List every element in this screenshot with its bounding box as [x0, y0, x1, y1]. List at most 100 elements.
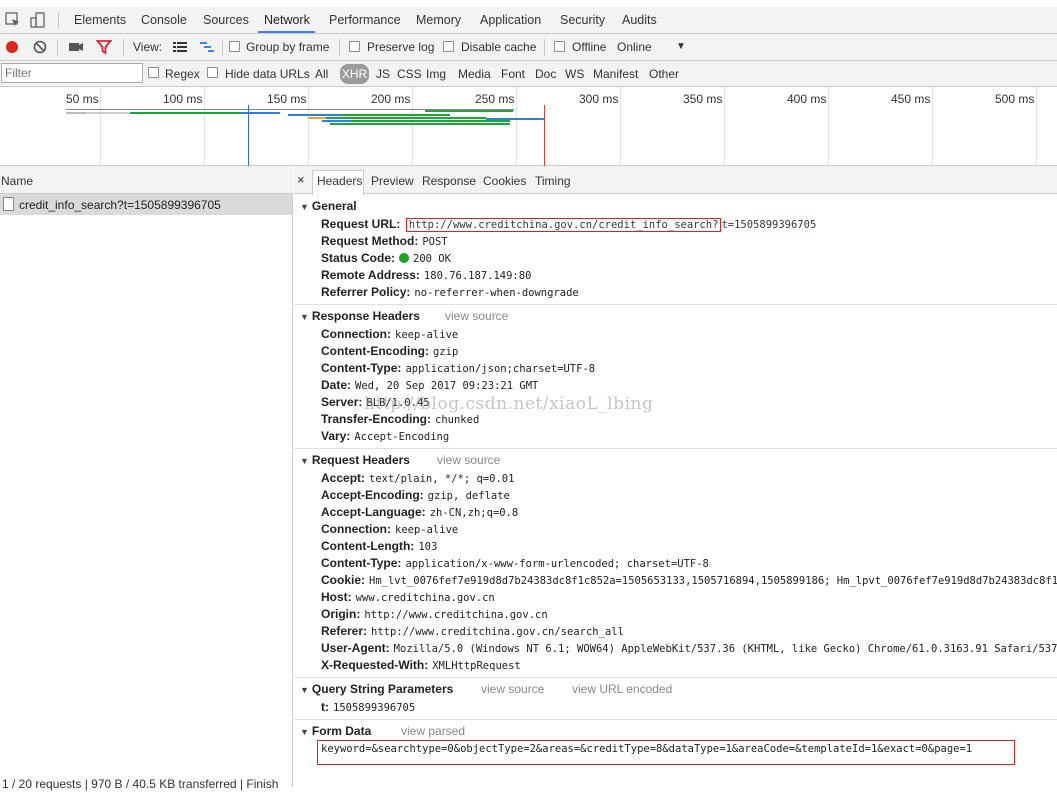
disable-cache-checkbox[interactable] — [443, 41, 454, 52]
waterfall-overview-icon[interactable] — [199, 39, 215, 55]
header-key: Connection: — [321, 522, 391, 536]
request-row[interactable]: credit_info_search?t=1505899396705 — [0, 194, 292, 215]
filter-icon[interactable] — [96, 39, 112, 55]
filter-input[interactable] — [1, 63, 143, 83]
header-key: Host: — [321, 590, 352, 604]
filter-type-all[interactable]: All — [315, 67, 328, 81]
overview-gridline — [620, 87, 621, 166]
offline-checkbox[interactable] — [554, 41, 565, 52]
filter-type-css[interactable]: CSS — [397, 67, 422, 81]
toolbar-separator — [123, 39, 124, 56]
overview-tick-label: 350 ms — [683, 92, 723, 106]
overview-request-bar — [66, 112, 86, 114]
preserve-log-checkbox[interactable] — [349, 41, 360, 52]
watermark-text: http://blog.csdn.net/xiaoL_lbing — [364, 394, 654, 414]
header-key: Content-Encoding: — [321, 344, 429, 358]
response-header-row: Date: Wed, 20 Sep 2017 09:23:21 GMT — [321, 378, 538, 392]
clear-icon[interactable] — [32, 39, 48, 55]
record-icon[interactable] — [4, 39, 20, 55]
overview-request-bar — [86, 112, 130, 114]
dropdown-arrow-icon[interactable]: ▼ — [676, 41, 686, 52]
tab-cookies[interactable]: Cookies — [483, 174, 526, 188]
request-header-row: Accept-Encoding: gzip, deflate — [321, 488, 510, 502]
request-url-row: Request URL: http://www.creditchina.gov.… — [321, 217, 817, 232]
regex-checkbox[interactable] — [148, 67, 159, 78]
form-data-toggle[interactable]: ▼ Form Data — [300, 724, 371, 738]
filter-type-media[interactable]: Media — [458, 67, 491, 81]
device-toolbar-icon[interactable] — [30, 12, 46, 28]
active-tab-indicator — [258, 31, 315, 33]
overview-request-bar — [288, 114, 340, 116]
query-string-toggle[interactable]: ▼ Query String Parameters — [300, 682, 453, 696]
inspect-element-icon[interactable] — [5, 12, 21, 28]
tab-network[interactable]: Network — [264, 13, 310, 27]
filter-type-other[interactable]: Other — [649, 67, 679, 81]
tab-application[interactable]: Application — [480, 13, 541, 27]
overview-gridline — [932, 87, 933, 166]
hide-data-urls-checkbox[interactable] — [207, 67, 218, 78]
filter-type-ws[interactable]: WS — [565, 67, 584, 81]
filter-type-xhr[interactable]: XHR — [340, 64, 369, 84]
section-divider — [294, 719, 1057, 720]
name-column-header[interactable]: Name — [0, 166, 293, 194]
triangle-down-icon: ▼ — [300, 202, 309, 212]
tab-memory[interactable]: Memory — [416, 13, 461, 27]
overview-tick-label: 300 ms — [579, 92, 619, 106]
large-rows-icon[interactable] — [172, 39, 188, 55]
filter-type-doc[interactable]: Doc — [535, 67, 556, 81]
form-view-parsed-link[interactable]: view parsed — [401, 724, 465, 738]
header-key: Content-Length: — [321, 539, 415, 553]
filter-type-js[interactable]: JS — [376, 67, 390, 81]
query-view-source-link[interactable]: view source — [481, 682, 544, 696]
close-details-icon[interactable]: × — [297, 172, 305, 187]
header-key: t: — [321, 700, 329, 714]
header-value: no-referrer-when-downgrade — [414, 287, 579, 299]
capture-screenshots-icon[interactable] — [68, 39, 84, 55]
overview-request-bar — [308, 117, 326, 119]
section-divider — [294, 448, 1057, 449]
tab-elements[interactable]: Elements — [74, 13, 126, 27]
tab-response[interactable]: Response — [422, 174, 476, 188]
tab-headers[interactable]: Headers — [317, 174, 362, 188]
hide-data-urls-label: Hide data URLs — [225, 67, 310, 81]
request-header-row: Cookie: Hm_lvt_0076fef7e919d8d7b24383dc8f… — [321, 573, 1057, 587]
request-header-row: Connection: keep-alive — [321, 522, 458, 536]
response-view-source-link[interactable]: view source — [445, 309, 508, 323]
filter-type-font[interactable]: Font — [501, 67, 525, 81]
overview-gridline — [724, 87, 725, 166]
status-ok-icon — [399, 253, 410, 263]
tab-sources[interactable]: Sources — [203, 13, 249, 27]
query-param-row: t: 1505899396705 — [321, 700, 415, 714]
tab-console[interactable]: Console — [141, 13, 187, 27]
request-url-query: t=1505899396705 — [721, 219, 817, 231]
response-header-row: Connection: keep-alive — [321, 327, 458, 341]
header-value: application/x-www-form-urlencoded; chars… — [405, 558, 709, 570]
group-by-frame-checkbox[interactable] — [229, 41, 240, 52]
header-value: 103 — [418, 541, 438, 553]
tab-security[interactable]: Security — [560, 13, 605, 27]
throttling-select[interactable]: Online — [617, 40, 652, 54]
toolbar-separator — [58, 12, 59, 29]
filter-type-img[interactable]: Img — [426, 67, 446, 81]
response-headers-toggle[interactable]: ▼ Response Headers — [300, 309, 420, 323]
tab-performance[interactable]: Performance — [329, 13, 401, 27]
tab-preview[interactable]: Preview — [371, 174, 414, 188]
request-method-row: Request Method: POST — [321, 234, 448, 248]
query-view-url-encoded-link[interactable]: view URL encoded — [572, 682, 672, 696]
general-section-toggle[interactable]: ▼ General — [300, 199, 357, 213]
header-value: XMLHttpRequest — [432, 660, 521, 672]
devtools-main-tabbar: Elements Console Sources Network Perform… — [0, 7, 1057, 34]
network-overview-timeline[interactable]: 50 ms 100 ms 150 ms 200 ms 250 ms 300 ms… — [0, 87, 1057, 166]
header-key: Content-Type: — [321, 361, 402, 375]
response-header-row: Transfer-Encoding: chunked — [321, 412, 479, 426]
triangle-down-icon: ▼ — [300, 456, 309, 466]
header-key: Request URL: — [321, 217, 401, 231]
request-headers-toggle[interactable]: ▼ Request Headers — [300, 453, 410, 467]
filter-type-manifest[interactable]: Manifest — [593, 67, 638, 81]
overview-tick-label: 250 ms — [475, 92, 515, 106]
tab-audits[interactable]: Audits — [622, 13, 657, 27]
overview-gridline — [1036, 87, 1037, 166]
tab-timing[interactable]: Timing — [535, 174, 571, 188]
form-data-title: Form Data — [311, 724, 372, 738]
request-view-source-link[interactable]: view source — [437, 453, 500, 467]
